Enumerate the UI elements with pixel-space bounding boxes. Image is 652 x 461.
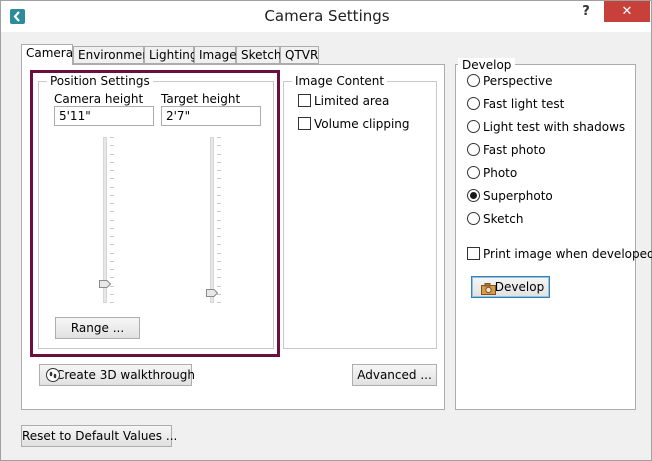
superphoto-label: Superphoto xyxy=(483,189,553,203)
target-height-label: Target height xyxy=(161,92,241,106)
radio-fast-light-test[interactable] xyxy=(467,97,480,110)
camera-settings-window: Camera Settings ? ✕ Camera Environment L… xyxy=(0,0,652,461)
radio-superphoto[interactable] xyxy=(467,189,480,202)
radio-fast-photo[interactable] xyxy=(467,143,480,156)
slider-tick xyxy=(110,261,114,262)
tab-lighting[interactable]: Lighting xyxy=(144,46,198,64)
slider-tick xyxy=(110,244,114,245)
slider-tick xyxy=(217,269,221,270)
target-height-slider[interactable] xyxy=(210,137,214,303)
slider-tick xyxy=(217,302,221,303)
help-button[interactable]: ? xyxy=(577,4,595,22)
close-button[interactable]: ✕ xyxy=(604,1,650,22)
perspective-label: Perspective xyxy=(483,74,553,88)
volume-clipping-checkbox[interactable] xyxy=(298,117,311,130)
slider-tick xyxy=(217,253,221,254)
slider-tick xyxy=(110,195,114,196)
slider-tick xyxy=(217,195,221,196)
slider-tick xyxy=(110,236,114,237)
slider-tick xyxy=(110,220,114,221)
sketch-label: Sketch xyxy=(483,212,524,226)
tab-qtvr[interactable]: QTVR xyxy=(280,46,319,64)
slider-tick xyxy=(217,244,221,245)
slider-tick xyxy=(217,277,221,278)
slider-tick xyxy=(217,170,221,171)
window-title: Camera Settings xyxy=(264,7,390,25)
limited-area-label: Limited area xyxy=(314,94,390,108)
footprints-icon xyxy=(46,368,60,388)
radio-perspective[interactable] xyxy=(467,74,480,87)
limited-area-checkbox[interactable] xyxy=(298,94,311,107)
slider-tick xyxy=(217,187,221,188)
slider-tick xyxy=(110,178,114,179)
slider-tick xyxy=(110,294,114,295)
slider-tick xyxy=(110,302,114,303)
position-settings-legend: Position Settings xyxy=(47,74,153,88)
camera-height-label: Camera height xyxy=(54,92,144,106)
slider-tick xyxy=(110,187,114,188)
slider-tick xyxy=(217,145,221,146)
tab-sketch[interactable]: Sketch xyxy=(236,46,281,64)
tab-environment[interactable]: Environment xyxy=(73,46,155,64)
slider-tick xyxy=(217,261,221,262)
slider-tick xyxy=(217,154,221,155)
slider-tick xyxy=(217,228,221,229)
slider-tick xyxy=(110,269,114,270)
slider-tick xyxy=(110,203,114,204)
advanced-button[interactable]: Advanced ... xyxy=(352,364,437,386)
develop-legend: Develop xyxy=(458,58,516,72)
print-when-developed-checkbox[interactable] xyxy=(467,247,480,260)
create-walkthrough-label: Create 3D walkthrough xyxy=(56,368,195,382)
slider-tick xyxy=(217,137,221,138)
target-slider-ticks xyxy=(217,137,221,303)
radio-photo[interactable] xyxy=(467,166,480,179)
camera-slider-thumb[interactable] xyxy=(99,277,112,288)
slider-tick xyxy=(110,162,114,163)
slider-tick xyxy=(110,137,114,138)
slider-tick xyxy=(217,211,221,212)
camera-height-field[interactable]: 5'11" xyxy=(54,106,154,126)
slider-tick xyxy=(110,253,114,254)
create-walkthrough-button[interactable]: Create 3D walkthrough xyxy=(39,364,195,388)
print-when-developed-label: Print image when developed xyxy=(483,247,652,261)
target-height-field[interactable]: 2'7" xyxy=(161,106,261,126)
target-slider-thumb[interactable] xyxy=(206,286,219,297)
radio-light-test-with-shadows[interactable] xyxy=(467,120,480,133)
volume-clipping-label: Volume clipping xyxy=(314,117,410,131)
reset-defaults-button[interactable]: Reset to Default Values ... xyxy=(21,425,177,447)
slider-tick xyxy=(217,220,221,221)
slider-tick xyxy=(217,162,221,163)
image-content-legend: Image Content xyxy=(292,74,388,88)
photo-label: Photo xyxy=(483,166,518,180)
slider-tick xyxy=(110,154,114,155)
camera-icon xyxy=(481,281,496,301)
slider-tick xyxy=(217,203,221,204)
radio-sketch[interactable] xyxy=(467,212,480,225)
develop-button[interactable]: Develop xyxy=(471,276,550,298)
slider-tick xyxy=(217,236,221,237)
tab-camera[interactable]: Camera xyxy=(21,44,73,65)
develop-group xyxy=(455,64,636,410)
slider-tick xyxy=(110,211,114,212)
slider-tick xyxy=(110,228,114,229)
light-test-with-shadows-label: Light test with shadows xyxy=(483,120,626,134)
range-button[interactable]: Range ... xyxy=(55,317,140,339)
title-bar: Camera Settings ? ✕ xyxy=(1,1,651,32)
tab-image[interactable]: Image xyxy=(194,46,237,64)
slider-tick xyxy=(110,145,114,146)
slider-tick xyxy=(110,170,114,171)
slider-tick xyxy=(217,178,221,179)
fast-photo-label: Fast photo xyxy=(483,143,546,157)
fast-light-test-label: Fast light test xyxy=(483,97,565,111)
